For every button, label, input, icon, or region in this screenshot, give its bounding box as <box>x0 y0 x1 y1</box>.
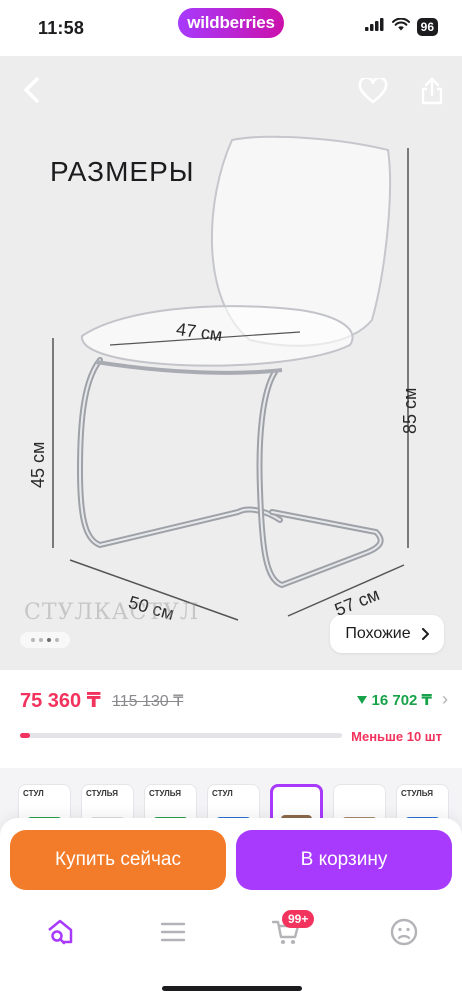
brand-logo-text: wildberries <box>187 13 275 32</box>
tab-catalog[interactable] <box>153 912 193 952</box>
status-time: 11:58 <box>38 18 85 38</box>
signal-icon <box>364 18 385 36</box>
wifi-icon <box>391 17 410 36</box>
chevron-right-icon[interactable]: › <box>442 689 448 710</box>
cart-badge: 99+ <box>282 910 315 928</box>
watermark: СТУЛКАСТУЛ <box>24 600 200 625</box>
old-price: 115 130 ₸ <box>112 693 184 710</box>
photo-title: РАЗМЕРЫ <box>50 156 195 187</box>
dimension-height: 85 см <box>400 387 420 434</box>
pagination-dot <box>47 638 51 642</box>
share-button[interactable] <box>414 72 450 110</box>
tab-home[interactable] <box>40 912 80 952</box>
home-search-icon <box>48 919 73 945</box>
photo-pagination <box>20 632 70 648</box>
favorite-button[interactable] <box>354 72 392 110</box>
add-to-cart-button[interactable]: В корзину <box>236 830 452 890</box>
dimension-seat-height: 45 см <box>28 441 48 488</box>
points-amount: 16 702 ₸ <box>371 692 432 709</box>
variant-label: СТУЛЬЯ <box>401 789 433 798</box>
pagination-dot <box>39 638 43 642</box>
chevron-right-icon <box>421 628 429 640</box>
similar-label: Похожие <box>345 625 411 642</box>
stock-progress-fill <box>20 733 30 738</box>
back-button[interactable] <box>14 72 50 108</box>
product-photo[interactable]: РАЗМЕРЫ 47 см 85 см 45 см 50 см 57 см СТ… <box>0 56 462 670</box>
home-indicator <box>162 986 302 991</box>
stock-label: Меньше 10 шт <box>351 729 442 744</box>
variant-label: СТУЛЬЯ <box>149 789 181 798</box>
brand-logo[interactable]: wildberries <box>178 8 284 38</box>
tab-bar: 99+ <box>0 904 462 999</box>
price-row: 75 360 ₸ 115 130 ₸ 16 702 ₸ › <box>0 686 462 716</box>
variant-label: СТУЛЬЯ <box>86 789 118 798</box>
pagination-dot <box>55 638 59 642</box>
battery-indicator: 96 <box>416 18 438 36</box>
stock-progress-bar <box>20 733 342 738</box>
action-bar: Купить сейчас В корзину <box>0 818 462 904</box>
share-icon <box>421 77 443 105</box>
menu-icon <box>160 922 186 942</box>
system-icons: 96 <box>364 17 438 36</box>
similar-button[interactable]: Похожие <box>330 615 444 653</box>
profile-icon <box>390 918 418 946</box>
triangle-down-icon <box>356 696 367 704</box>
variant-label: СТУЛ <box>23 789 44 798</box>
status-bar: 11:58 wildberries 96 <box>0 0 462 56</box>
heart-icon <box>358 78 388 104</box>
buy-now-button[interactable]: Купить сейчас <box>10 830 226 890</box>
chair-illustration <box>52 135 409 621</box>
current-price: 75 360 ₸ <box>20 690 101 712</box>
tab-profile[interactable] <box>384 912 424 952</box>
points-value[interactable]: 16 702 ₸ <box>356 691 432 709</box>
variant-label: СТУЛ <box>212 789 233 798</box>
chevron-left-icon <box>24 77 39 103</box>
pagination-dot <box>31 638 35 642</box>
